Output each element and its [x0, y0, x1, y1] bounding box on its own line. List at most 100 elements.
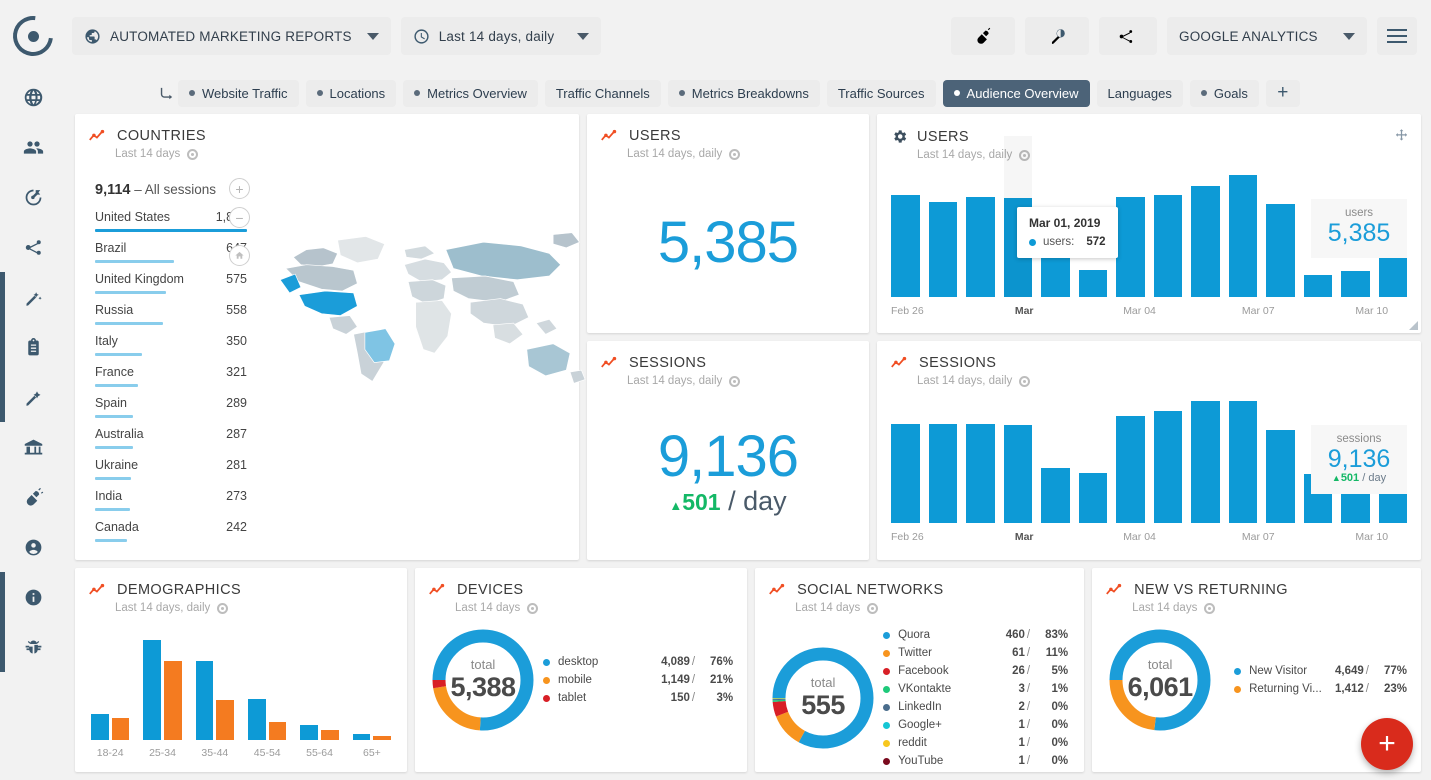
sidebar-item-bank[interactable] [0, 422, 66, 472]
country-row[interactable]: United Kingdom575 [95, 272, 247, 294]
bar[interactable] [321, 730, 339, 740]
country-row[interactable]: Australia287 [95, 427, 247, 449]
bar[interactable] [164, 661, 182, 740]
bar[interactable] [300, 725, 318, 740]
demographics-group[interactable] [300, 640, 338, 740]
country-row[interactable]: Russia558 [95, 303, 247, 325]
tab-traffic-channels[interactable]: Traffic Channels [545, 80, 661, 107]
bar[interactable] [91, 714, 109, 740]
integrations-button[interactable] [951, 17, 1015, 55]
legend-item[interactable]: New Visitor4,649/77% [1234, 662, 1407, 680]
demographics-group[interactable] [91, 640, 129, 740]
bar[interactable] [1191, 186, 1220, 297]
country-row[interactable]: Brazil647 [95, 241, 247, 263]
bar[interactable] [1266, 430, 1295, 523]
legend-item[interactable]: VKontakte3/1% [883, 680, 1068, 698]
bar[interactable] [1229, 401, 1258, 523]
country-row[interactable]: Italy350 [95, 334, 247, 356]
tab-metrics-breakdowns[interactable]: Metrics Breakdowns [668, 80, 820, 107]
demographics-group[interactable] [353, 640, 391, 740]
demographics-group[interactable] [248, 640, 286, 740]
legend-item[interactable]: Facebook26/5% [883, 662, 1068, 680]
legend-item[interactable]: LinkedIn2/0% [883, 698, 1068, 716]
bar[interactable] [1004, 425, 1033, 523]
theme-button[interactable] [1025, 17, 1089, 55]
legend-item[interactable]: desktop4,089/76% [543, 653, 733, 671]
data-source-selector[interactable]: GOOGLE ANALYTICS [1167, 17, 1367, 55]
info-dot-icon[interactable] [1204, 603, 1215, 614]
bar[interactable] [1229, 175, 1258, 297]
sidebar-item-target[interactable] [0, 172, 66, 222]
legend-item[interactable]: Returning Vi...1,412/23% [1234, 680, 1407, 698]
bar[interactable] [196, 661, 214, 740]
demographics-group[interactable] [196, 640, 234, 740]
demographics-group[interactable] [143, 640, 181, 740]
tab-goals[interactable]: Goals [1190, 80, 1259, 107]
add-widget-fab[interactable]: + [1361, 718, 1413, 770]
bar[interactable] [1041, 256, 1070, 297]
date-range-selector[interactable]: Last 14 days, daily [401, 17, 601, 55]
bar[interactable] [1154, 411, 1183, 523]
sidebar-item-bug[interactable] [0, 622, 66, 672]
bar[interactable] [1154, 195, 1183, 297]
map-zoom-in-button[interactable]: + [229, 178, 250, 199]
legend-item[interactable]: mobile1,149/21% [543, 671, 733, 689]
info-dot-icon[interactable] [867, 603, 878, 614]
sidebar-item-info[interactable] [0, 572, 66, 622]
legend-item[interactable]: Quora460/83% [883, 626, 1068, 644]
sidebar-item-account[interactable] [0, 522, 66, 572]
country-row[interactable]: Spain289 [95, 396, 247, 418]
bar[interactable] [112, 718, 130, 740]
hamburger-menu-icon[interactable] [1377, 17, 1417, 55]
bar[interactable] [1079, 270, 1108, 297]
map-reset-button[interactable] [229, 245, 250, 266]
info-dot-icon[interactable] [527, 603, 538, 614]
sidebar-item-magic-wand[interactable] [0, 272, 66, 322]
tab-metrics-overview[interactable]: Metrics Overview [403, 80, 538, 107]
bar[interactable] [1079, 473, 1108, 523]
bar[interactable] [1116, 197, 1145, 297]
country-row[interactable]: France321 [95, 365, 247, 387]
app-logo[interactable] [0, 0, 66, 72]
tab-languages[interactable]: Languages [1097, 80, 1183, 107]
info-dot-icon[interactable] [729, 149, 740, 160]
bar[interactable] [353, 734, 371, 740]
bar[interactable] [269, 722, 287, 740]
tab-traffic-sources[interactable]: Traffic Sources [827, 80, 936, 107]
info-dot-icon[interactable] [187, 149, 198, 160]
bar[interactable] [891, 424, 920, 523]
legend-item[interactable]: Google+1/0% [883, 716, 1068, 734]
sidebar-item-plug[interactable] [0, 472, 66, 522]
bar[interactable] [1304, 275, 1333, 297]
bar[interactable] [373, 736, 391, 740]
bar[interactable] [891, 195, 920, 297]
share-button[interactable] [1099, 17, 1157, 55]
world-map[interactable]: + − [275, 160, 579, 606]
bar[interactable] [966, 424, 995, 523]
move-handle-icon[interactable] [1394, 128, 1409, 143]
bar[interactable] [1116, 416, 1145, 523]
info-dot-icon[interactable] [729, 376, 740, 387]
sidebar-item-pencil[interactable] [0, 372, 66, 422]
sidebar-item-clipboard[interactable] [0, 322, 66, 372]
sidebar-item-share[interactable] [0, 222, 66, 272]
sidebar-item-globe[interactable] [0, 72, 66, 122]
bar[interactable] [929, 424, 958, 523]
legend-item[interactable]: Twitter61/11% [883, 644, 1068, 662]
map-zoom-out-button[interactable]: − [229, 207, 250, 228]
sidebar-item-users[interactable] [0, 122, 66, 172]
bar[interactable] [1191, 401, 1220, 523]
country-row[interactable]: India273 [95, 489, 247, 511]
bar[interactable] [929, 202, 958, 297]
report-selector[interactable]: AUTOMATED MARKETING REPORTS [72, 17, 391, 55]
country-row[interactable]: Ukraine281 [95, 458, 247, 480]
country-row[interactable]: Canada242 [95, 520, 247, 542]
bar[interactable] [248, 699, 266, 740]
info-dot-icon[interactable] [1019, 376, 1030, 387]
legend-item[interactable]: tablet150/3% [543, 689, 733, 707]
bar[interactable] [216, 700, 234, 740]
tab-website-traffic[interactable]: Website Traffic [178, 80, 299, 107]
resize-handle-icon[interactable] [1409, 321, 1418, 330]
bar[interactable] [1341, 271, 1370, 297]
bar[interactable] [1041, 468, 1070, 523]
